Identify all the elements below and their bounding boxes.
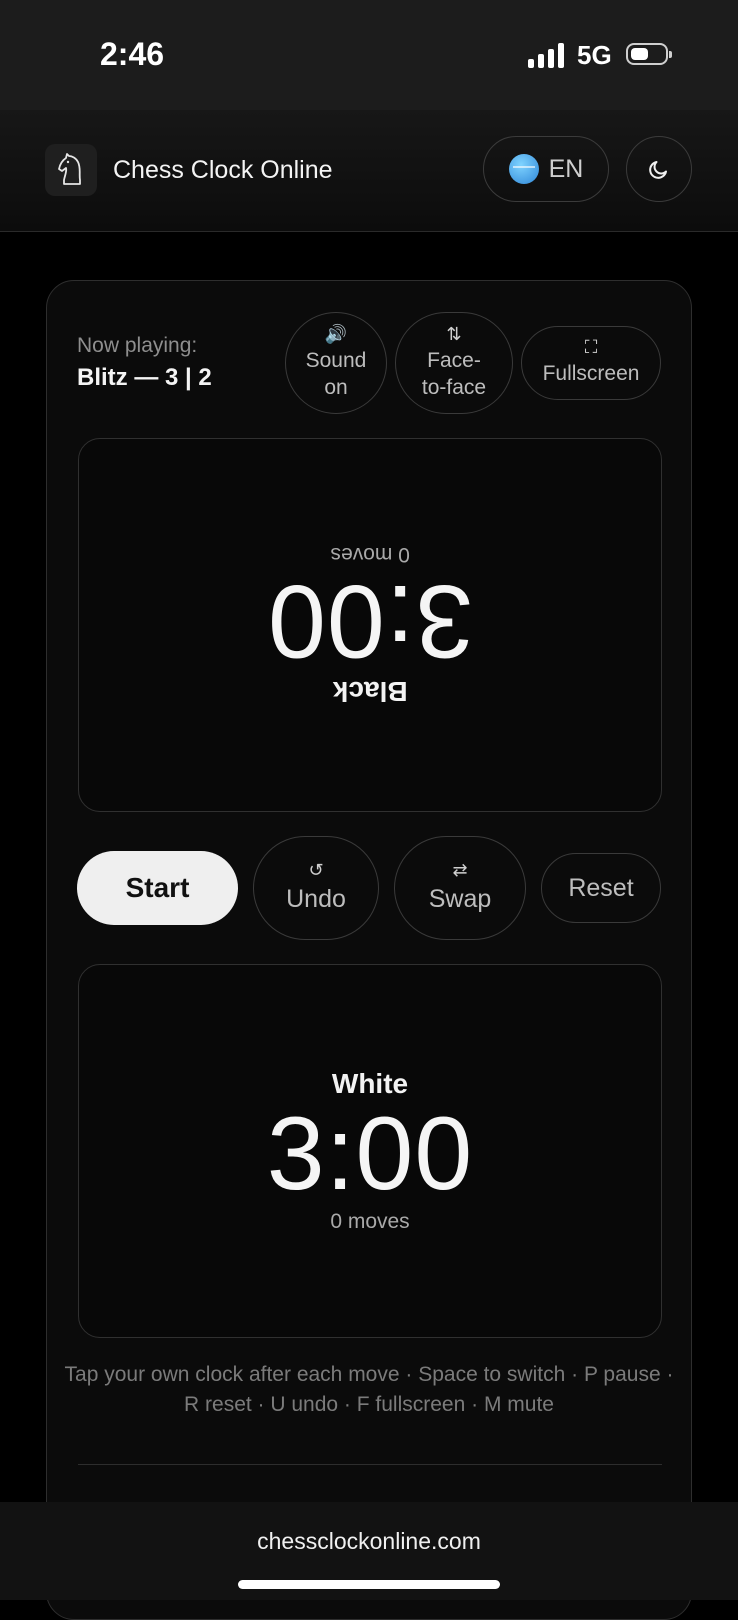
undo-button[interactable]: ↺ Undo bbox=[253, 836, 379, 940]
app-title: Chess Clock Online bbox=[113, 156, 333, 184]
black-player-name: Black bbox=[332, 676, 408, 708]
swap-button[interactable]: ⇄ Swap bbox=[394, 836, 526, 940]
knight-logo-icon[interactable] bbox=[45, 144, 97, 196]
reset-button[interactable]: Reset bbox=[541, 853, 661, 923]
black-moves: 0 moves bbox=[330, 543, 410, 567]
theme-toggle-button[interactable] bbox=[626, 136, 692, 202]
white-time: 3:00 bbox=[266, 1096, 474, 1213]
black-clock[interactable]: Black 3:00 0 moves bbox=[78, 438, 662, 812]
home-indicator[interactable] bbox=[238, 1580, 500, 1589]
globe-icon bbox=[508, 154, 539, 184]
status-time: 2:46 bbox=[100, 36, 165, 72]
battery-icon bbox=[626, 43, 672, 65]
speaker-icon: 🔊 bbox=[324, 323, 348, 344]
reset-label: Reset bbox=[568, 873, 634, 902]
divider bbox=[78, 1464, 662, 1465]
flip-arrows-icon: ⇅ bbox=[446, 323, 462, 344]
face-label-line1: Face- bbox=[427, 348, 481, 372]
status-bar: 2:46 5G bbox=[0, 0, 738, 110]
sound-label-line1: Sound bbox=[305, 348, 367, 372]
fullscreen-button[interactable]: ⛶ Fullscreen bbox=[521, 326, 661, 400]
network-type: 5G bbox=[577, 40, 612, 70]
undo-icon: ↺ bbox=[308, 859, 324, 880]
white-clock[interactable]: White 3:00 0 moves bbox=[78, 964, 662, 1338]
time-control-mode: Blitz — 3 | 2 bbox=[77, 364, 212, 391]
browser-url-bar[interactable]: chessclockonline.com bbox=[0, 1502, 738, 1600]
top-nav: Chess Clock Online EN bbox=[0, 110, 738, 232]
fullscreen-label: Fullscreen bbox=[542, 362, 640, 386]
swap-label: Swap bbox=[428, 884, 492, 913]
language-button[interactable]: EN bbox=[483, 136, 609, 202]
start-button[interactable]: Start bbox=[77, 851, 238, 925]
face-to-face-button[interactable]: ⇅ Face- to-face bbox=[395, 312, 513, 414]
swap-icon: ⇄ bbox=[452, 859, 468, 880]
url-text[interactable]: chessclockonline.com bbox=[0, 1528, 738, 1555]
black-time: 3:00 bbox=[266, 563, 474, 680]
white-moves: 0 moves bbox=[330, 1209, 410, 1233]
fullscreen-icon: ⛶ bbox=[584, 337, 598, 358]
language-label: EN bbox=[548, 154, 584, 183]
sound-toggle-button[interactable]: 🔊 Sound on bbox=[285, 312, 387, 414]
sound-label-line2: on bbox=[324, 376, 348, 399]
now-playing-label: Now playing: bbox=[77, 334, 198, 357]
face-label-line2: to-face bbox=[421, 376, 487, 399]
moon-icon bbox=[649, 161, 667, 179]
undo-label: Undo bbox=[286, 884, 346, 913]
signal-icon bbox=[528, 42, 568, 68]
keyboard-hint: Tap your own clock after each move · Spa… bbox=[64, 1363, 674, 1417]
